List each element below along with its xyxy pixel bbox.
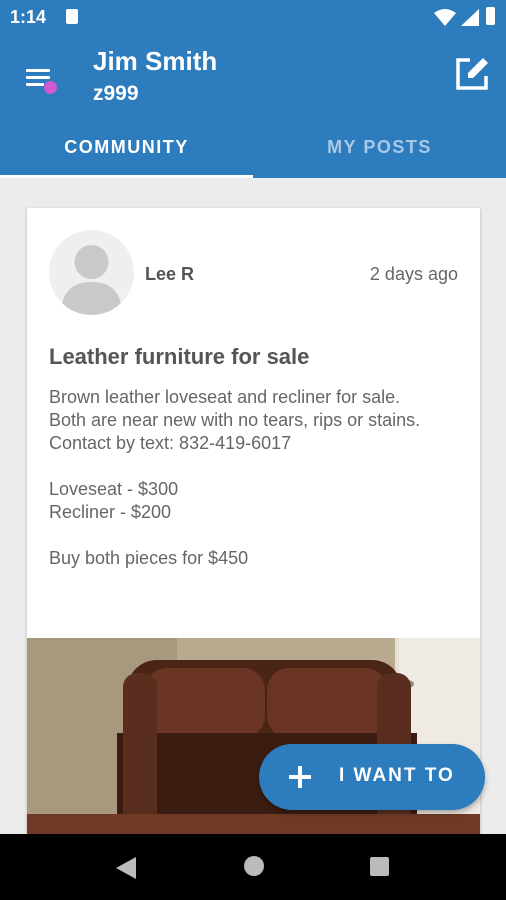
user-name: Jim Smith	[93, 46, 218, 76]
signal-icon	[461, 9, 479, 26]
avatar-icon	[49, 230, 134, 315]
post-body-spacer	[49, 524, 469, 547]
tab-bar: COMMUNITY MY POSTS	[0, 124, 506, 178]
menu-icon[interactable]	[24, 64, 57, 94]
tab-community[interactable]: COMMUNITY	[0, 124, 253, 178]
post-body-line: Loveseat - $300	[49, 479, 179, 499]
home-icon[interactable]	[244, 856, 264, 876]
wifi-icon	[434, 9, 456, 26]
edit-icon[interactable]	[454, 56, 490, 92]
post-body-line: Buy both pieces for $450	[49, 548, 249, 568]
status-bar: 1:14	[0, 0, 506, 34]
active-tab-indicator	[0, 175, 253, 178]
status-time: 1:14	[10, 7, 47, 27]
post-body-line: Contact by text: 832-419-6017	[49, 433, 292, 453]
sd-card-icon	[66, 9, 78, 24]
post-title: Leather furniture for sale	[49, 344, 310, 369]
fab-label: I WANT TO	[339, 765, 455, 786]
post-body-line: Recliner - $200	[49, 502, 172, 522]
tab-my-posts[interactable]: MY POSTS	[253, 124, 506, 178]
navigation-bar	[0, 834, 506, 900]
user-id: z999	[93, 82, 139, 105]
back-icon[interactable]	[116, 857, 136, 879]
recents-icon[interactable]	[370, 857, 389, 876]
notification-dot	[44, 81, 57, 94]
plus-icon	[289, 766, 311, 788]
post-body-spacer	[49, 455, 469, 478]
i-want-to-button[interactable]: I WANT TO	[259, 744, 485, 810]
post-author: Lee R	[145, 264, 195, 284]
post-timestamp: 2 days ago	[369, 264, 458, 284]
post-body-line: Both are near new with no tears, rips or…	[49, 410, 421, 430]
battery-icon	[486, 7, 495, 25]
app-bar: Jim Smith z999 COMMUNITY MY POSTS	[0, 34, 506, 178]
post-body-line: Brown leather loveseat and recliner for …	[49, 387, 401, 407]
post-body: Brown leather loveseat and recliner for …	[49, 386, 469, 570]
